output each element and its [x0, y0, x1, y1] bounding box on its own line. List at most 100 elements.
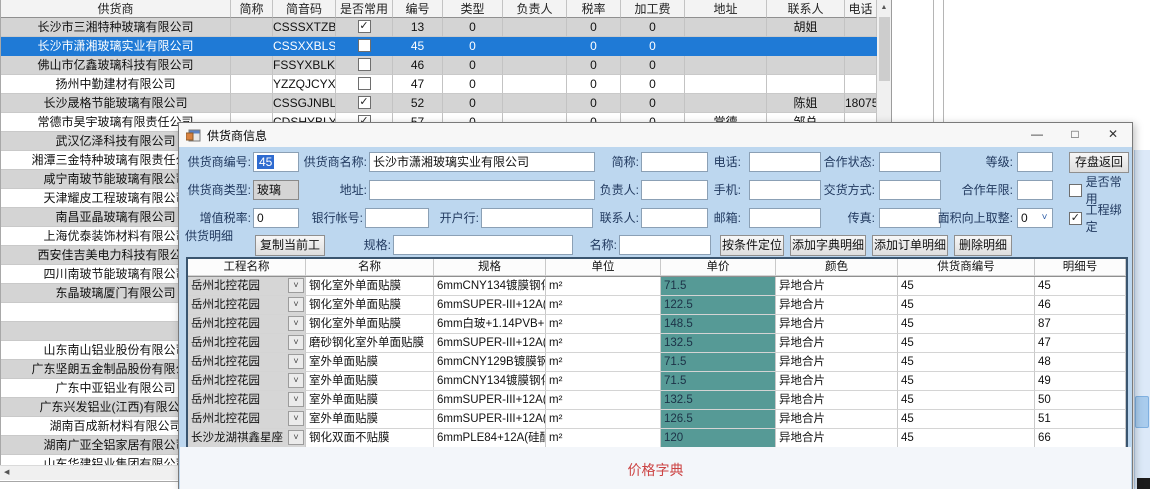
- common-use-checkbox[interactable]: 是否常用: [1069, 180, 1132, 200]
- checkbox[interactable]: ✓: [358, 20, 371, 33]
- right-window-scrollbar[interactable]: [1134, 150, 1150, 489]
- column-header[interactable]: 负责人: [503, 0, 567, 18]
- chevron-down-icon[interactable]: ˅: [288, 278, 304, 293]
- detail-column-header[interactable]: 名称: [306, 259, 434, 276]
- detail-column-header[interactable]: 明细号: [1035, 259, 1126, 276]
- delivery-mode-input[interactable]: [879, 180, 941, 200]
- grade-label: 等级:: [975, 152, 1013, 172]
- contact-input[interactable]: [641, 208, 708, 228]
- manager-input[interactable]: [641, 180, 708, 200]
- phone-input[interactable]: [749, 152, 821, 172]
- detail-cell: 45: [898, 410, 1035, 429]
- scroll-up-icon[interactable]: ▲: [877, 0, 891, 15]
- table-cell: 0: [443, 37, 503, 56]
- table-row[interactable]: 扬州中勤建材有限公司YZZQJCYXGS47000: [1, 75, 878, 94]
- detail-row[interactable]: 岳州北控花园˅室外单面贴膜6mmCNY129B镀膜钢化m²71.5异地合片454…: [188, 353, 1126, 372]
- copy-project-button[interactable]: 复制当前工程: [255, 235, 325, 256]
- delete-detail-button[interactable]: 删除明细: [954, 235, 1012, 256]
- project-binding-checkbox[interactable]: ✓ 工程绑定: [1069, 208, 1132, 228]
- detail-row[interactable]: 岳州北控花园˅室外单面贴膜6mmCNY134镀膜钢化m²71.5异地合片4549: [188, 372, 1126, 391]
- detail-row[interactable]: 岳州北控花园˅钢化室外单面贴膜6mm白玻+1.14PVB+6mm...m²148…: [188, 315, 1126, 334]
- detail-cell: 6mmSUPER-III+12A(硅...: [434, 391, 546, 410]
- add-order-detail-button[interactable]: 添加订单明细: [872, 235, 948, 256]
- supplier-no-input[interactable]: 45: [253, 152, 299, 172]
- table-row[interactable]: 长沙市三湘特种玻璃有限公司CSSSXTZBL..✓13000胡姐: [1, 18, 878, 37]
- chevron-down-icon[interactable]: ˅: [288, 392, 304, 407]
- column-header[interactable]: 编号: [393, 0, 443, 18]
- detail-row[interactable]: 岳州北控花园˅磨砂钢化室外单面贴膜6mmSUPER-III+12A(硅...m²…: [188, 334, 1126, 353]
- scroll-left-icon[interactable]: ◀: [4, 466, 9, 480]
- detail-row[interactable]: 岳州北控花园˅钢化室外单面贴膜6mmSUPER-III+12A(硅...m²12…: [188, 296, 1126, 315]
- chevron-down-icon[interactable]: ˅: [288, 373, 304, 388]
- locate-by-condition-button[interactable]: 按条件定位: [720, 235, 784, 256]
- minimize-button[interactable]: —: [1018, 123, 1056, 147]
- chevron-down-icon[interactable]: ˅: [288, 316, 304, 331]
- scroll-thumb[interactable]: [879, 17, 890, 81]
- detail-cell: m²: [546, 296, 661, 315]
- maximize-button[interactable]: □: [1056, 123, 1094, 147]
- name-filter-input[interactable]: [619, 235, 711, 255]
- detail-column-header[interactable]: 单位: [546, 259, 661, 276]
- detail-column-header[interactable]: 规格: [434, 259, 546, 276]
- column-header[interactable]: 加工费: [621, 0, 685, 18]
- column-header[interactable]: 联系人: [767, 0, 845, 18]
- detail-column-header[interactable]: 颜色: [776, 259, 898, 276]
- table-cell: 0: [443, 56, 503, 75]
- detail-column-header[interactable]: 单价: [661, 259, 776, 276]
- coop-status-input[interactable]: [879, 152, 941, 172]
- short-name-input[interactable]: [641, 152, 708, 172]
- detail-row[interactable]: 岳州北控花园˅室外单面贴膜6mmSUPER-III+12A(硅...m²126.…: [188, 410, 1126, 429]
- table-row[interactable]: 长沙市潇湘玻璃实业有限公司CSSXXBLSY..45000: [1, 37, 878, 56]
- chevron-down-icon[interactable]: ˅: [1038, 210, 1051, 226]
- detail-row[interactable]: 岳州北控花园˅室外单面贴膜6mmSUPER-III+12A(硅...m²132.…: [188, 391, 1126, 410]
- detail-cell: 48: [1035, 353, 1126, 372]
- horizontal-scrollbar[interactable]: ◀: [0, 465, 178, 480]
- detail-row[interactable]: 岳州北控花园˅钢化室外单面贴膜6mmCNY134镀膜钢化m²71.5异地合片45…: [188, 277, 1126, 296]
- checkbox[interactable]: [358, 77, 371, 90]
- close-button[interactable]: ✕: [1094, 123, 1132, 147]
- chevron-down-icon[interactable]: ˅: [288, 297, 304, 312]
- chevron-down-icon[interactable]: ˅: [288, 354, 304, 369]
- detail-column-header[interactable]: 供货商编号: [898, 259, 1035, 276]
- bank-branch-input[interactable]: [481, 208, 593, 228]
- column-header[interactable]: 供货商: [1, 0, 231, 18]
- column-header[interactable]: 税率: [567, 0, 621, 18]
- chevron-down-icon[interactable]: ˅: [288, 335, 304, 350]
- detail-column-header[interactable]: 工程名称: [188, 259, 306, 276]
- supplier-name-input[interactable]: 长沙市潇湘玻璃实业有限公司: [369, 152, 595, 172]
- detail-cell: 45: [898, 315, 1035, 334]
- detail-cell: 岳州北控花园˅: [188, 296, 306, 315]
- email-input[interactable]: [749, 208, 821, 228]
- bank-account-input[interactable]: [365, 208, 429, 228]
- address-input[interactable]: [369, 180, 595, 200]
- table-row[interactable]: 长沙晟格节能玻璃有限公司CSSGJNBLYXGS✓52000陈姐180751: [1, 94, 878, 113]
- right-scroll-thumb[interactable]: [1135, 396, 1149, 428]
- mobile-input[interactable]: [749, 180, 821, 200]
- column-header[interactable]: 简音码: [273, 0, 336, 18]
- spec-filter-input[interactable]: [393, 235, 573, 255]
- supplier-type-input[interactable]: 玻璃: [253, 180, 299, 200]
- coop-status-label: 合作状态:: [817, 152, 875, 172]
- column-header[interactable]: 简称: [231, 0, 273, 18]
- checkbox[interactable]: [358, 58, 371, 71]
- dialog-titlebar[interactable]: 供货商信息 — □ ✕: [179, 123, 1132, 147]
- table-cell: [845, 37, 877, 56]
- column-header[interactable]: 地址: [685, 0, 767, 18]
- bank-branch-label: 开户行:: [433, 208, 479, 228]
- checkbox[interactable]: ✓: [358, 96, 371, 109]
- save-return-button[interactable]: 存盘返回: [1069, 152, 1129, 173]
- column-header[interactable]: 是否常用: [336, 0, 393, 18]
- grade-input[interactable]: [1017, 152, 1053, 172]
- column-header[interactable]: 电话: [845, 0, 877, 18]
- area-round-combobox[interactable]: 0 ˅: [1017, 208, 1053, 228]
- detail-row[interactable]: 长沙龙湖祺鑫星座˅钢化双面不贴膜6mmPLE84+12A(硅酮胶...m²120…: [188, 429, 1126, 448]
- detail-cell: 异地合片: [776, 429, 898, 448]
- chevron-down-icon[interactable]: ˅: [288, 430, 304, 445]
- table-row[interactable]: 佛山市亿鑫玻璃科技有限公司FSSYXBLKJ..46000: [1, 56, 878, 75]
- add-dictionary-detail-button[interactable]: 添加字典明细: [790, 235, 866, 256]
- chevron-down-icon[interactable]: ˅: [288, 411, 304, 426]
- column-header[interactable]: 类型: [443, 0, 503, 18]
- table-cell: 45: [393, 37, 443, 56]
- checkbox[interactable]: [358, 39, 371, 52]
- coop-years-input[interactable]: [1017, 180, 1053, 200]
